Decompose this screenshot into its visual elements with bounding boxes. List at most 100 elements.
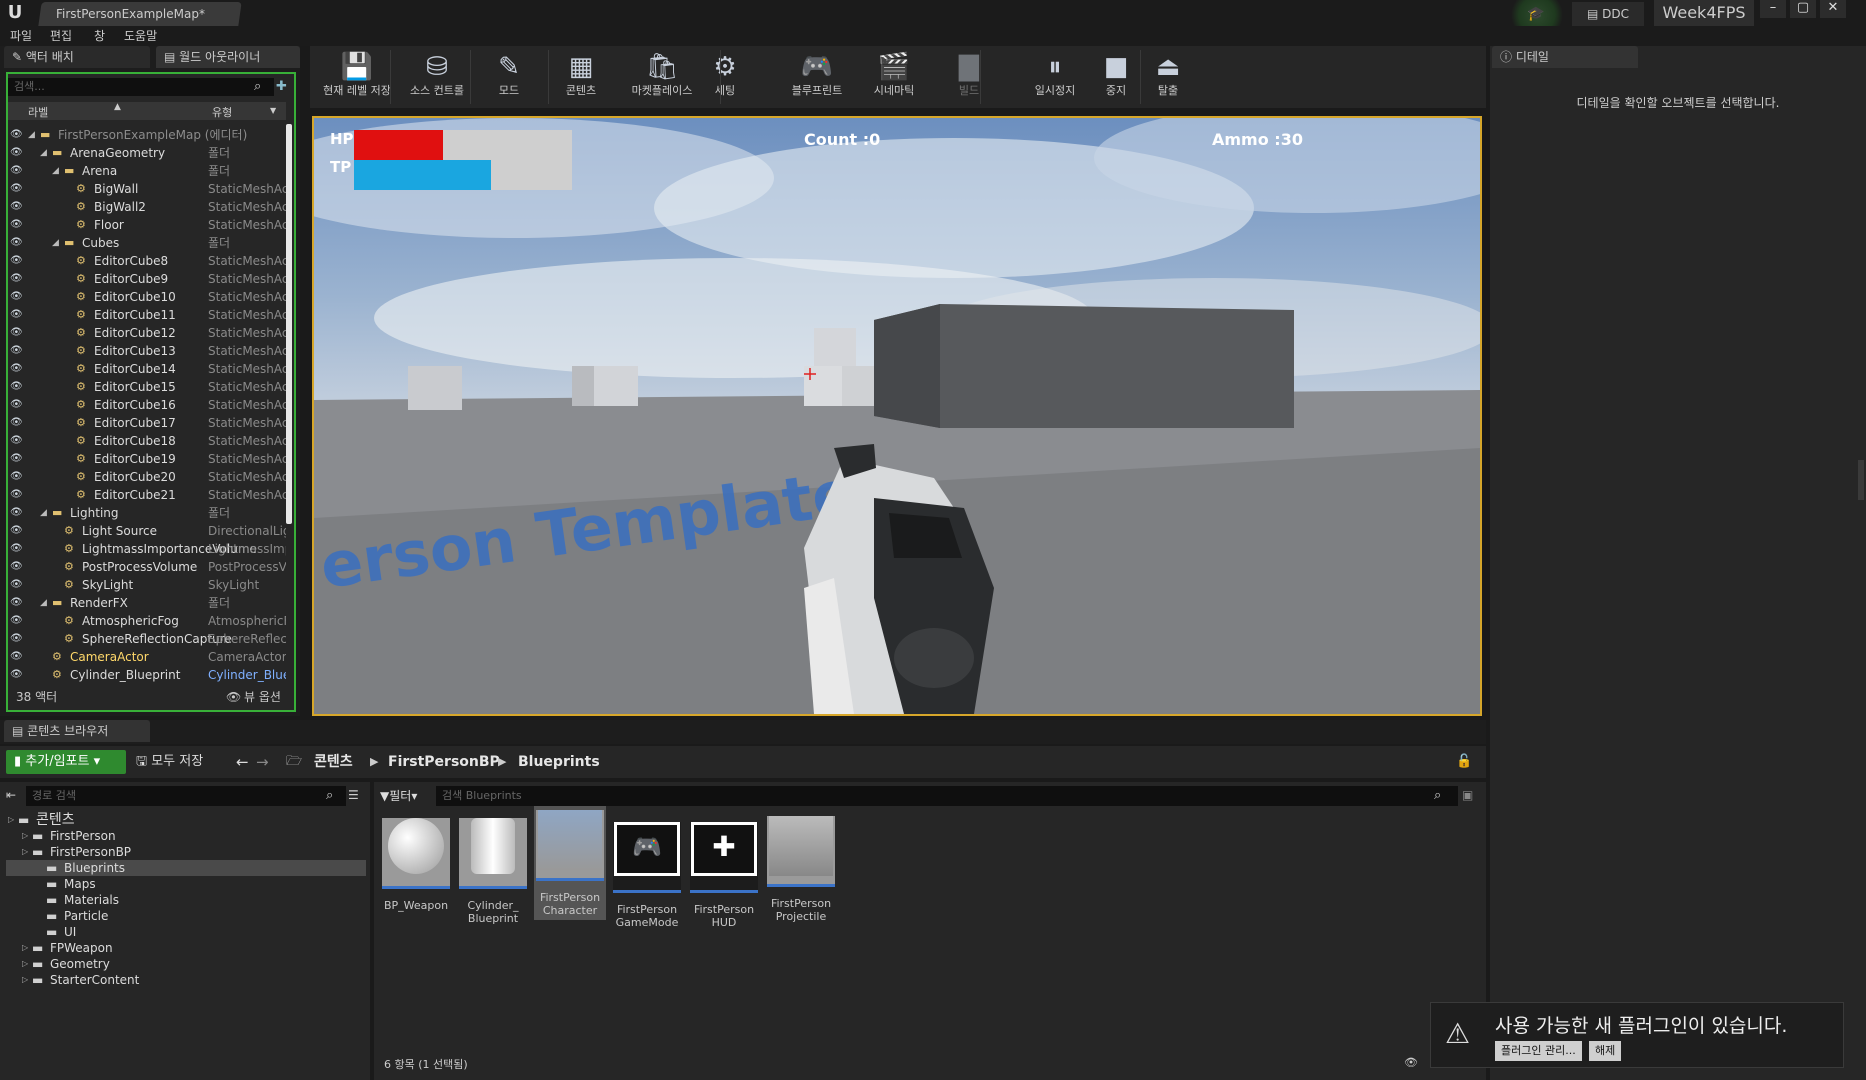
visibility-eye-icon[interactable]: 👁 [10, 594, 24, 612]
path-search-input[interactable]: 경로 검색 [26, 786, 346, 806]
visibility-eye-icon[interactable]: 👁 [10, 486, 24, 504]
visibility-eye-icon[interactable]: 👁 [10, 216, 24, 234]
visibility-eye-icon[interactable]: 👁 [10, 432, 24, 450]
save-all-button[interactable]: 🖫 모두 저장 [136, 750, 203, 774]
settings-button[interactable]: ⚙ 세팅 [700, 46, 750, 108]
eject-button[interactable]: ⏏ 탈출 [1146, 46, 1190, 108]
tab-world-outliner[interactable]: ▤ 월드 아웃라이너 [156, 46, 300, 68]
asset-firstperson-gamemode[interactable]: 🎮 FirstPerson GameMode [611, 812, 683, 929]
column-type-header[interactable]: 유형 [212, 104, 232, 120]
collapse-sources-icon[interactable]: ⇤ [6, 788, 22, 806]
breadcrumb-content[interactable]: 콘텐츠 [314, 750, 353, 774]
visibility-eye-icon[interactable]: 👁 [10, 540, 24, 558]
visibility-eye-icon[interactable]: 👁 [10, 414, 24, 432]
visibility-eye-icon[interactable]: 👁 [10, 396, 24, 414]
source-control-button[interactable]: ⛁ 소스 컨트롤 [400, 46, 474, 108]
folder-tree-item[interactable]: ▷ ▬ StarterContent [6, 972, 366, 988]
close-button[interactable]: ✕ [1820, 0, 1846, 18]
visibility-eye-icon[interactable]: 👁 [10, 324, 24, 342]
folder-tree-item[interactable]: ▷ ▬ Geometry [6, 956, 366, 972]
search-icon[interactable]: ⌕ [326, 786, 344, 806]
graduation-cap-icon[interactable]: 🎓 [1524, 4, 1548, 24]
save-search-icon[interactable]: ▣ [1462, 788, 1478, 804]
minimize-button[interactable]: – [1760, 0, 1786, 18]
expand-arrow-icon[interactable]: ◢ [40, 594, 47, 612]
breadcrumb-separator-icon[interactable]: ▶ [370, 750, 378, 774]
visibility-eye-icon[interactable]: 👁 [10, 468, 24, 486]
asset-bp-weapon[interactable]: BP_Weapon [380, 812, 452, 922]
build-button[interactable]: ▇ 빌드 [944, 46, 994, 108]
search-icon[interactable]: ⌕ [254, 78, 270, 96]
visibility-eye-icon[interactable]: 👁 [10, 576, 24, 594]
marketplace-button[interactable]: 🛍 마켓플레이스 [624, 46, 700, 108]
outliner-row[interactable]: 👁 ⚙ EditorCube15 StaticMeshActor [8, 378, 286, 396]
folder-tree-item[interactable]: ▷ ▬ FirstPersonBP [6, 844, 366, 860]
add-import-button[interactable]: ▮ 추가/임포트 ▾ [6, 750, 126, 774]
menu-window[interactable]: 창 [94, 26, 105, 46]
game-viewport[interactable]: erson Template HP TP Count :0 Ammo:30 [312, 116, 1482, 716]
expand-arrow-icon[interactable]: ▷ [22, 940, 28, 956]
visibility-eye-icon[interactable]: 👁 [10, 180, 24, 198]
folder-tree-item[interactable]: ▷ ▬ FirstPerson [6, 828, 366, 844]
outliner-row[interactable]: 👁 ◢ ▬ Lighting 폴더 [8, 504, 286, 522]
outliner-row[interactable]: 👁 ⚙ EditorCube20 StaticMeshActor [8, 468, 286, 486]
asset-search-input[interactable]: 검색 Blueprints [436, 786, 1458, 806]
stop-button[interactable]: ■ 중지 [1096, 46, 1136, 108]
expand-arrow-icon[interactable]: ▷ [8, 812, 14, 828]
ddc-button[interactable]: ▤ DDC [1572, 2, 1644, 26]
visibility-eye-icon[interactable]: 👁 [10, 252, 24, 270]
expand-arrow-icon[interactable]: ◢ [40, 144, 47, 162]
folder-tree-item[interactable]: ▷ ▬ 콘텐츠 [6, 812, 366, 828]
folder-tree-item[interactable]: ▬ Materials [6, 892, 366, 908]
expand-arrow-icon[interactable]: ▷ [22, 844, 28, 860]
save-button[interactable]: 💾 현재 레벨 저장 [322, 46, 392, 108]
add-folder-icon[interactable]: ✚ [276, 78, 294, 96]
visibility-eye-icon[interactable]: 👁 [10, 162, 24, 180]
outliner-row[interactable]: 👁 ⚙ SkyLight SkyLight [8, 576, 286, 594]
outliner-row[interactable]: 👁 ◢ ▬ RenderFX 폴더 [8, 594, 286, 612]
column-menu-icon[interactable]: ▼ [270, 106, 276, 115]
outliner-row[interactable]: 👁 ⚙ CameraActor CameraActor [8, 648, 286, 666]
outliner-row[interactable]: 👁 ⚙ PostProcessVolume PostProcessVolume [8, 558, 286, 576]
content-button[interactable]: ▦ 콘텐츠 [556, 46, 606, 108]
visibility-eye-icon[interactable]: 👁 [10, 342, 24, 360]
visibility-eye-icon[interactable]: 👁 [10, 612, 24, 630]
visibility-eye-icon[interactable]: 👁 [10, 558, 24, 576]
folder-tree-item[interactable]: ▬ Particle [6, 908, 366, 924]
visibility-eye-icon[interactable]: 👁 [10, 234, 24, 252]
breadcrumb-separator-icon[interactable]: ▶ [498, 750, 506, 774]
outliner-row[interactable]: 👁 ⚙ Cylinder_Blueprint Cylinder_Blueprint [8, 666, 286, 684]
outliner-row[interactable]: 👁 ◢ ▬ Arena 폴더 [8, 162, 286, 180]
outliner-row[interactable]: 👁 ⚙ EditorCube13 StaticMeshActor [8, 342, 286, 360]
asset-firstperson-projectile[interactable]: FirstPerson Projectile [765, 812, 837, 923]
visibility-eye-icon[interactable]: 👁 [10, 378, 24, 396]
dismiss-button[interactable]: 해제 [1589, 1041, 1622, 1061]
tab-details[interactable]: ⓘ 디테일 [1492, 46, 1638, 68]
outliner-row[interactable]: 👁 ⚙ EditorCube21 StaticMeshActor [8, 486, 286, 504]
asset-firstperson-hud[interactable]: ✚ FirstPerson HUD [688, 812, 760, 929]
outliner-search-input[interactable]: 검색... [8, 78, 274, 96]
outliner-row[interactable]: 👁 ⚙ EditorCube19 StaticMeshActor [8, 450, 286, 468]
breadcrumb-blueprints[interactable]: Blueprints [518, 750, 600, 774]
outliner-row[interactable]: 👁⚙SphereReflectionCaptureSphereReflectio… [8, 630, 286, 648]
blueprint-button[interactable]: 🎮 블루프린트 [778, 46, 856, 108]
list-view-icon[interactable]: ☰ [348, 788, 364, 804]
tab-place-actors[interactable]: ✎ 액터 배치 [4, 46, 150, 68]
outliner-row[interactable]: 👁 ⚙ BigWall2 StaticMeshActor [8, 198, 286, 216]
column-label-header[interactable]: 라벨 [28, 104, 48, 120]
visibility-eye-icon[interactable]: 👁 [10, 648, 24, 666]
cinematics-button[interactable]: 🎬 시네마틱 [862, 46, 926, 108]
filter-button[interactable]: ▼필터▾ [380, 786, 417, 806]
visibility-eye-icon[interactable]: 👁 [10, 504, 24, 522]
outliner-row[interactable]: 👁 ⚙ EditorCube10 StaticMeshActor [8, 288, 286, 306]
outliner-row[interactable]: 👁 ⚙ EditorCube8 StaticMeshActor [8, 252, 286, 270]
outliner-row[interactable]: 👁 ⚙ AtmosphericFog AtmosphericFog [8, 612, 286, 630]
search-icon[interactable]: ⌕ [1434, 786, 1452, 806]
expand-arrow-icon[interactable]: ◢ [52, 162, 59, 180]
expand-arrow-icon[interactable]: ▷ [22, 828, 28, 844]
document-tab[interactable]: FirstPersonExampleMap* [38, 2, 242, 26]
outliner-row[interactable]: 👁⚙LightmassImportanceVolumeLightmassImpo… [8, 540, 286, 558]
visibility-eye-icon[interactable]: 👁 [10, 360, 24, 378]
expand-arrow-icon[interactable]: ◢ [52, 234, 59, 252]
modes-button[interactable]: ✎ 모드 [482, 46, 536, 108]
